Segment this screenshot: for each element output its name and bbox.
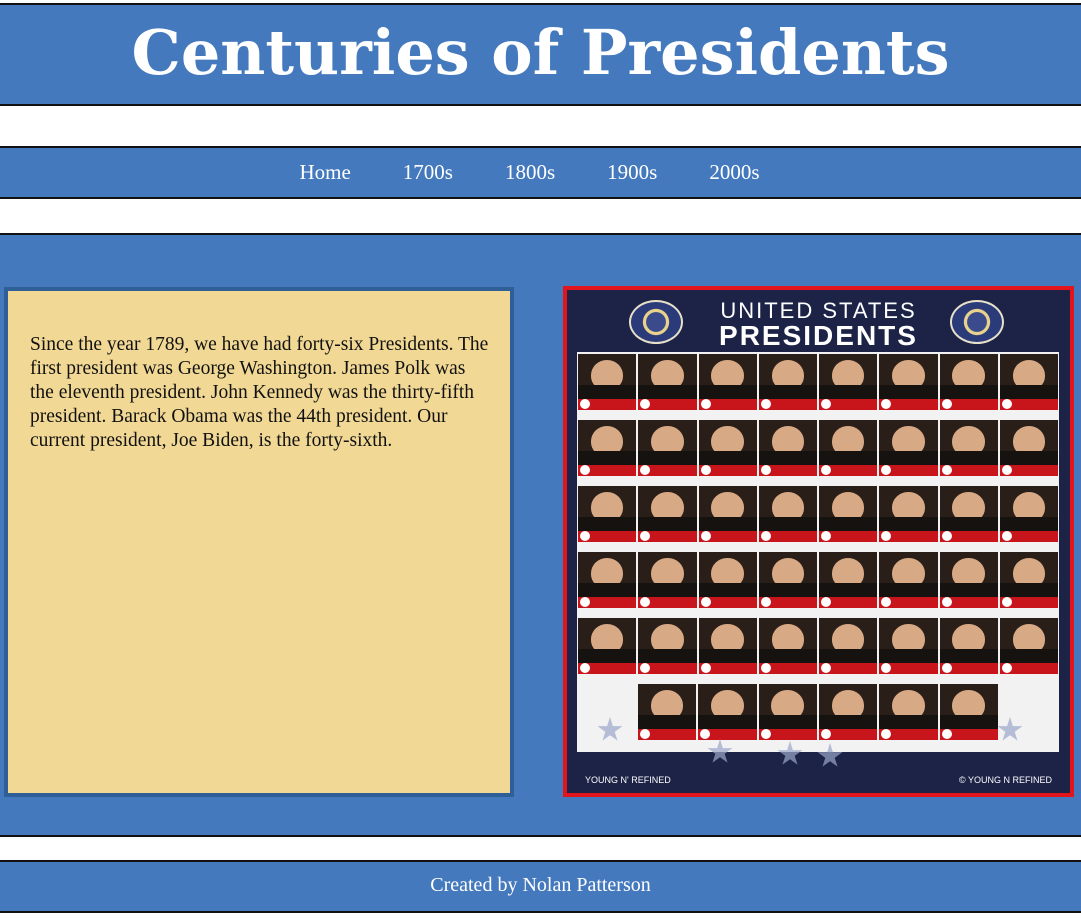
portrait-row [577, 616, 1059, 676]
president-portrait [879, 552, 938, 608]
president-portrait [819, 420, 878, 476]
president-portrait [638, 420, 697, 476]
president-portrait [999, 552, 1058, 608]
site-header: Centuries of Presidents [0, 3, 1081, 106]
star-icon [997, 717, 1023, 741]
star-icon [597, 717, 623, 741]
president-portrait [578, 354, 637, 410]
president-portrait [758, 354, 817, 410]
nav-link-2000s[interactable]: 2000s [683, 160, 785, 185]
president-portrait [939, 420, 998, 476]
nav-link-1800s[interactable]: 1800s [479, 160, 581, 185]
president-portrait [578, 552, 637, 608]
president-portrait [939, 552, 998, 608]
president-portrait [638, 618, 697, 674]
poster-title-line2: PRESIDENTS [719, 320, 918, 351]
intro-text-box: Since the year 1789, we have had forty-s… [4, 287, 514, 797]
decorative-stars [597, 709, 1037, 769]
president-portrait [578, 618, 637, 674]
president-portrait [698, 420, 757, 476]
president-portrait [758, 618, 817, 674]
president-portrait [999, 354, 1058, 410]
president-portrait [698, 486, 757, 542]
president-portrait [879, 618, 938, 674]
president-portrait [939, 354, 998, 410]
page-title: Centuries of Presidents [131, 16, 950, 89]
main-content: Since the year 1789, we have had forty-s… [0, 233, 1081, 837]
president-portrait [758, 420, 817, 476]
star-icon [817, 743, 843, 767]
president-portrait [999, 486, 1058, 542]
portrait-row [577, 484, 1059, 544]
nav-bar: Home 1700s 1800s 1900s 2000s [0, 146, 1081, 199]
portrait-grid [577, 352, 1059, 752]
portrait-row [577, 418, 1059, 478]
star-icon [777, 741, 803, 765]
president-portrait [638, 354, 697, 410]
president-portrait [758, 486, 817, 542]
president-portrait [819, 486, 878, 542]
president-portrait [698, 618, 757, 674]
nav-link-home[interactable]: Home [299, 160, 376, 185]
president-portrait [638, 486, 697, 542]
poster-brand-right: © YOUNG N REFINED [959, 775, 1052, 785]
presidents-poster-image: UNITED STATES PRESIDENTS YOUNG N' REFINE… [563, 286, 1074, 797]
site-footer: Created by Nolan Patterson [0, 860, 1081, 913]
president-portrait [819, 552, 878, 608]
president-portrait [939, 618, 998, 674]
president-portrait [939, 486, 998, 542]
president-portrait [819, 618, 878, 674]
president-portrait [879, 486, 938, 542]
intro-paragraph: Since the year 1789, we have had forty-s… [30, 334, 489, 451]
president-portrait [578, 486, 637, 542]
president-portrait [879, 420, 938, 476]
poster-brand-left: YOUNG N' REFINED [585, 775, 671, 785]
president-portrait [999, 618, 1058, 674]
star-icon [707, 739, 733, 763]
president-portrait [879, 354, 938, 410]
portrait-row [577, 352, 1059, 412]
president-portrait [999, 420, 1058, 476]
nav-link-1900s[interactable]: 1900s [581, 160, 683, 185]
president-portrait [578, 420, 637, 476]
nav-link-1700s[interactable]: 1700s [377, 160, 479, 185]
footer-credit: Created by Nolan Patterson [430, 874, 651, 896]
president-portrait [758, 552, 817, 608]
president-portrait [819, 354, 878, 410]
president-portrait [638, 552, 697, 608]
president-portrait [698, 552, 757, 608]
president-portrait [698, 354, 757, 410]
portrait-row [577, 550, 1059, 610]
